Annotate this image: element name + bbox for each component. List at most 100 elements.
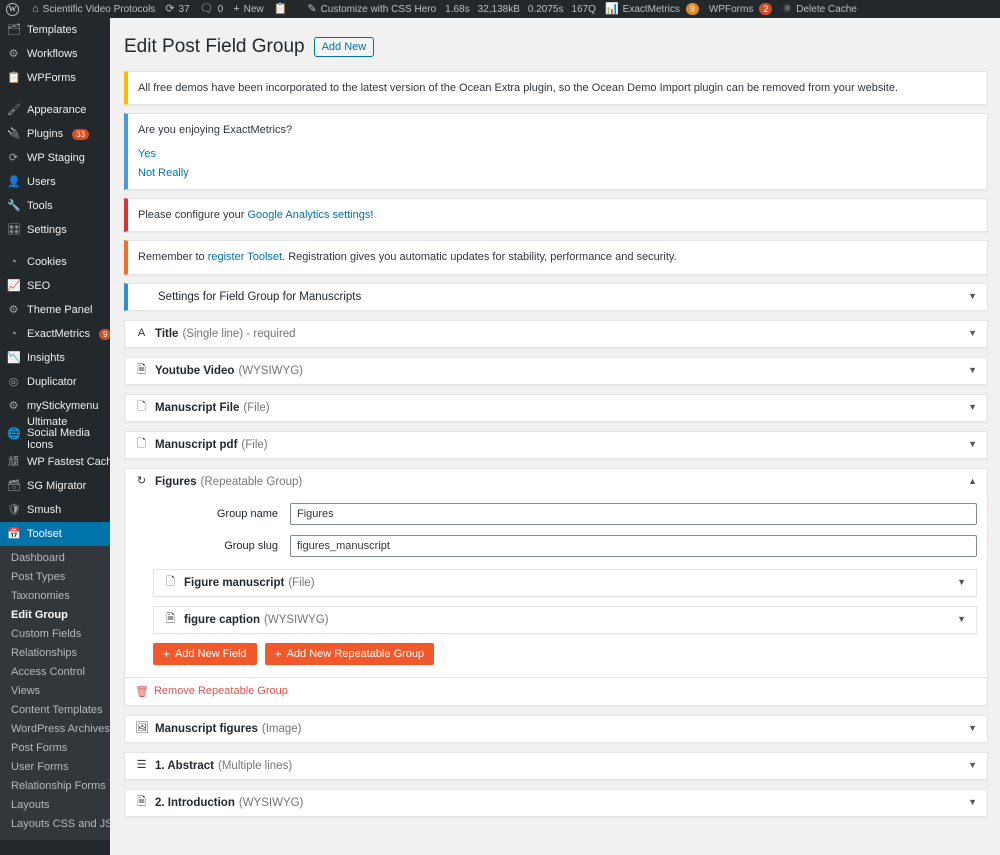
submenu-item-edit-group[interactable]: Edit Group — [0, 606, 110, 625]
field-row-header[interactable]: Settings for Field Group for Manuscripts… — [128, 284, 987, 310]
field-row-header[interactable]: 🗋 Manuscript pdf (File) ▼ — [125, 432, 987, 458]
sidebar-item-sg-migrator[interactable]: 🗃 SG Migrator — [0, 474, 110, 498]
submenu-item-access-control[interactable]: Access Control — [0, 663, 110, 682]
chevron-down-icon[interactable]: ▼ — [968, 798, 977, 807]
submenu-item-content-templates[interactable]: Content Templates — [0, 701, 110, 720]
chevron-down-icon[interactable]: ▼ — [968, 440, 977, 449]
field-row-header[interactable]: ☰ 1. Abstract (Multiple lines) ▼ — [125, 753, 987, 779]
chevron-down-icon[interactable]: ▼ — [957, 615, 966, 624]
sidebar-item-settings[interactable]: 🎛 Settings — [0, 218, 110, 242]
sidebar-item-ultimate-social-media-icons[interactable]: 🌐 Ultimate Social Media Icons — [0, 416, 110, 451]
sidebar-item-wp-staging[interactable]: ⟳ WP Staging — [0, 146, 110, 170]
sidebar-item-duplicator[interactable]: ◎ Duplicator — [0, 370, 110, 394]
field-panel-1-abstract[interactable]: ☰ 1. Abstract (Multiple lines) ▼ — [124, 751, 988, 780]
field-type: (Image) — [261, 722, 302, 735]
settings-field-group-panel[interactable]: Settings for Field Group for Manuscripts… — [124, 282, 988, 311]
submenu-item-custom-fields[interactable]: Custom Fields — [0, 625, 110, 644]
chevron-up-icon[interactable]: ▲ — [968, 477, 977, 486]
remove-repeatable-group-link[interactable]: 🗑 Remove Repeatable Group — [135, 685, 288, 698]
submenu-item-layouts-css-and-js[interactable]: Layouts CSS and JS — [0, 815, 110, 834]
tools-wrench-icon: 🔧 — [7, 199, 21, 212]
field-panel-title[interactable]: A Title (Single line) - required ▼ — [124, 319, 988, 348]
nested-field-panel-figure-manuscript[interactable]: 🗋 Figure manuscript (File) ▼ — [153, 568, 977, 597]
sidebar-item-wp-fastest-cache[interactable]: 颃 WP Fastest Cache — [0, 450, 110, 474]
field-panel-2-introduction[interactable]: 🗎 2. Introduction (WYSIWYG) ▼ — [124, 788, 988, 817]
field-panel-youtube-video[interactable]: 🗎 Youtube Video (WYSIWYG) ▼ — [124, 356, 988, 385]
group-name-input[interactable] — [290, 502, 977, 525]
single-line-A-icon: A — [137, 327, 146, 340]
new-content-button[interactable]: + New — [228, 0, 268, 18]
add-new-repeatable-group-button[interactable]: + Add New Repeatable Group — [264, 642, 435, 665]
wpforms-bar-button[interactable]: 📋 — [269, 0, 293, 18]
updates-button[interactable]: ⟳ 37 — [160, 0, 194, 18]
field-row-header[interactable]: ↻ Figures (Repeatable Group) ▲ — [125, 469, 987, 495]
chevron-down-icon[interactable]: ▼ — [968, 761, 977, 770]
sidebar-item-theme-panel[interactable]: ⚙ Theme Panel — [0, 298, 110, 322]
chevron-down-icon[interactable]: ▼ — [968, 403, 977, 412]
wpforms-bar-count: 2 — [759, 3, 773, 15]
delete-cache-button[interactable]: ⚛ Delete Cache — [777, 0, 861, 18]
sidebar-item-users[interactable]: 👤 Users — [0, 170, 110, 194]
chevron-down-icon[interactable]: ▼ — [968, 329, 977, 338]
wpforms-count-button[interactable]: WPForms 2 — [704, 0, 777, 18]
field-row-header[interactable]: 🗎 Youtube Video (WYSIWYG) ▼ — [125, 358, 987, 384]
site-name-button[interactable]: ⌂ Scientific Video Protocols — [27, 0, 160, 18]
sidebar-item-exactmetrics[interactable]: ◔ ExactMetrics 9 — [0, 322, 110, 346]
field-panel-manuscript-figures[interactable]: 🖼 Manuscript figures (Image) ▼ — [124, 714, 988, 743]
submenu-item-user-forms[interactable]: User Forms — [0, 758, 110, 777]
chevron-down-icon[interactable]: ▼ — [968, 292, 977, 301]
chevron-down-icon[interactable]: ▼ — [957, 578, 966, 587]
field-type: (WYSIWYG) — [238, 796, 304, 809]
submenu-item-post-forms[interactable]: Post Forms — [0, 739, 110, 758]
sidebar-item-appearance[interactable]: 🖌 Appearance — [0, 98, 110, 122]
wordpress-logo-button[interactable] — [0, 0, 27, 18]
repeatable-group-panel-figures[interactable]: ↻Figures(Repeatable Group)▲Group nameGro… — [124, 467, 988, 706]
sidebar-item-wpforms[interactable]: 📋 WPForms — [0, 66, 110, 90]
bar-chart-icon: 📊 — [604, 2, 619, 15]
submenu-item-views[interactable]: Views — [0, 682, 110, 701]
exactmetrics-bar-button[interactable]: 📊 ExactMetrics 9 — [600, 0, 704, 18]
sidebar-item-plugins[interactable]: 🔌 Plugins 33 — [0, 122, 110, 146]
field-row-header[interactable]: 🗋 Manuscript File (File) ▼ — [125, 395, 987, 421]
css-hero-button[interactable]: ✎ Customize with CSS Hero — [302, 0, 441, 18]
field-panel-manuscript-file[interactable]: 🗋 Manuscript File (File) ▼ — [124, 393, 988, 422]
field-row-header[interactable]: 🗎 figure caption (WYSIWYG) ▼ — [154, 607, 976, 633]
sidebar-item-templates[interactable]: 🗂 Templates — [0, 18, 110, 42]
submenu-item-taxonomies[interactable]: Taxonomies — [0, 587, 110, 606]
submenu-item-wordpress-archives[interactable]: WordPress Archives — [0, 720, 110, 739]
field-row-header[interactable]: 🗎 2. Introduction (WYSIWYG) ▼ — [125, 790, 987, 816]
insights-icon: 📉 — [7, 351, 21, 364]
submenu-item-post-types[interactable]: Post Types — [0, 568, 110, 587]
sidebar-item-mystickymenu[interactable]: ⚙ myStickymenu — [0, 394, 110, 418]
field-row-header[interactable]: 🖼 Manuscript figures (Image) ▼ — [125, 716, 987, 742]
submenu-item-relationships[interactable]: Relationships — [0, 644, 110, 663]
submenu-item-relationship-forms[interactable]: Relationship Forms — [0, 777, 110, 796]
sidebar-item-label: WP Fastest Cache — [27, 455, 110, 468]
group-slug-input[interactable] — [290, 534, 977, 557]
sidebar-item-cookies[interactable]: ◔ Cookies — [0, 250, 110, 274]
sidebar-item-smush[interactable]: 🛡 Smush — [0, 498, 110, 522]
submenu-item-dashboard[interactable]: Dashboard — [0, 549, 110, 568]
notice-action-link[interactable]: Not Really — [138, 167, 977, 179]
sidebar-item-label: Cookies — [27, 255, 67, 268]
field-group-panels: Settings for Field Group for Manuscripts… — [124, 282, 988, 817]
nested-field-panel-figure-caption[interactable]: 🗎 figure caption (WYSIWYG) ▼ — [153, 605, 977, 634]
sidebar-item-tools[interactable]: 🔧 Tools — [0, 194, 110, 218]
chevron-down-icon[interactable]: ▼ — [968, 366, 977, 375]
sidebar-item-workflows[interactable]: ⚙ Workflows — [0, 42, 110, 66]
notice-link[interactable]: register Toolset — [208, 251, 282, 263]
comments-button[interactable]: 🗨 0 — [195, 0, 229, 18]
sidebar-item-seo[interactable]: 📈 SEO — [0, 274, 110, 298]
field-panel-manuscript-pdf[interactable]: 🗋 Manuscript pdf (File) ▼ — [124, 430, 988, 459]
notice-alt: Remember to register Toolset. Registrati… — [124, 240, 988, 275]
notice-link[interactable]: Google Analytics settings — [247, 209, 370, 221]
add-new-field-button[interactable]: + Add New Field — [153, 642, 257, 665]
sidebar-item-insights[interactable]: 📉 Insights — [0, 346, 110, 370]
field-row-header[interactable]: 🗋 Figure manuscript (File) ▼ — [154, 570, 976, 596]
add-new-button[interactable]: Add New — [313, 37, 375, 58]
submenu-item-layouts[interactable]: Layouts — [0, 796, 110, 815]
chevron-down-icon[interactable]: ▼ — [968, 724, 977, 733]
sidebar-item-toolset[interactable]: 📅 Toolset — [0, 522, 110, 546]
field-row-header[interactable]: A Title (Single line) - required ▼ — [125, 321, 987, 347]
notice-action-link[interactable]: Yes — [138, 148, 977, 160]
